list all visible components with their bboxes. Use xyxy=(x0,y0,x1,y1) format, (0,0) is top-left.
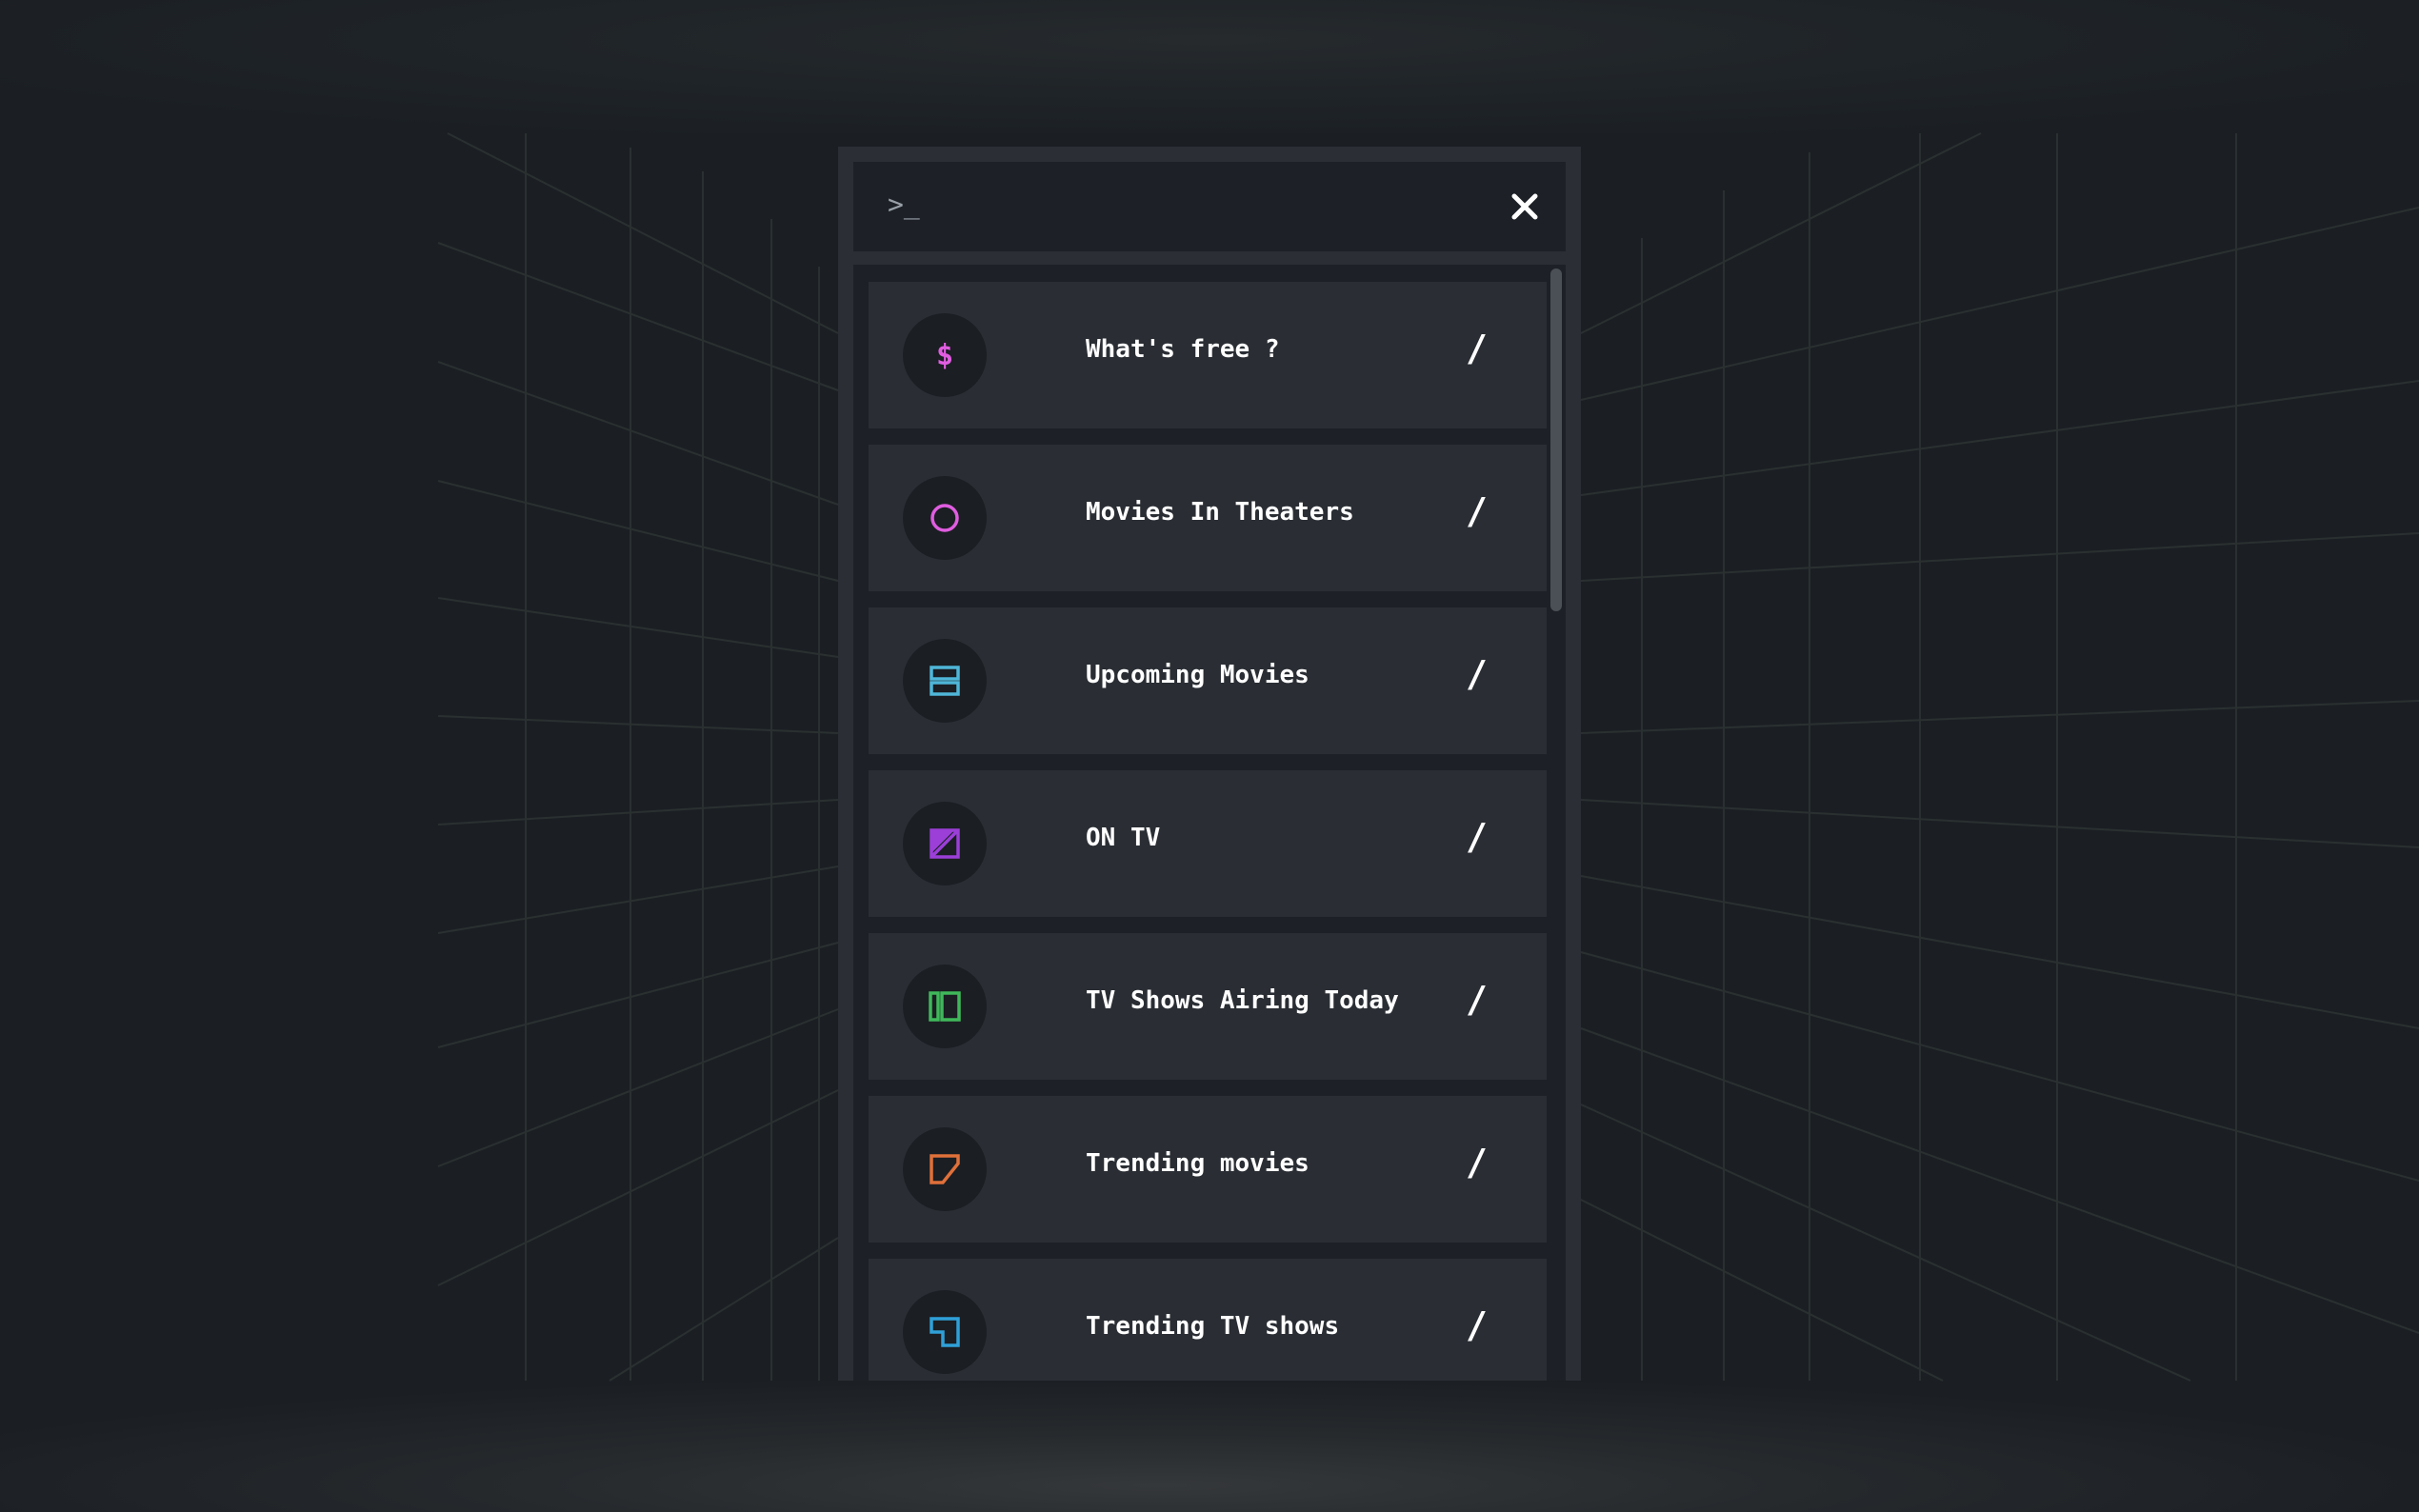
close-icon xyxy=(1511,193,1538,220)
menu-list-container: $ What's free ? / Movies In Theaters / U… xyxy=(853,265,1566,1381)
menu-item-whats-free[interactable]: $ What's free ? / xyxy=(869,282,1547,428)
stacked-rectangles-icon xyxy=(903,639,987,723)
menu-item-label: Upcoming Movies xyxy=(1086,661,1309,689)
dollar-icon: $ xyxy=(903,313,987,397)
menu-item-tv-shows-airing-today[interactable]: TV Shows Airing Today / xyxy=(869,933,1547,1080)
circle-icon xyxy=(903,476,987,560)
arrow-icon: / xyxy=(1466,328,1488,369)
corner-square-icon xyxy=(903,1290,987,1374)
arrow-icon: / xyxy=(1466,490,1488,532)
search-bar: >_ xyxy=(853,162,1566,251)
columns-icon xyxy=(903,965,987,1048)
menu-item-label: TV Shows Airing Today xyxy=(1086,986,1399,1015)
arrow-icon: / xyxy=(1466,816,1488,858)
menu-item-trending-movies[interactable]: Trending movies / xyxy=(869,1096,1547,1243)
menu-item-upcoming-movies[interactable]: Upcoming Movies / xyxy=(869,607,1547,754)
menu-item-movies-in-theaters[interactable]: Movies In Theaters / xyxy=(869,445,1547,591)
command-palette-modal: >_ $ What's free ? / Movies In Theaters … xyxy=(838,147,1581,1381)
menu-list: $ What's free ? / Movies In Theaters / U… xyxy=(869,282,1547,1381)
menu-item-label: Movies In Theaters xyxy=(1086,498,1354,527)
menu-item-label: Trending movies xyxy=(1086,1149,1309,1178)
svg-text:$: $ xyxy=(936,339,953,372)
terminal-prompt-icon: >_ xyxy=(888,189,920,220)
menu-item-trending-tv-shows[interactable]: Trending TV shows / xyxy=(869,1259,1547,1381)
arrow-icon: / xyxy=(1466,1142,1488,1184)
search-input[interactable] xyxy=(939,181,1476,234)
page-background: >_ $ What's free ? / Movies In Theaters … xyxy=(0,0,2419,1512)
arrow-icon: / xyxy=(1466,653,1488,695)
arrow-icon: / xyxy=(1466,979,1488,1021)
menu-item-label: What's free ? xyxy=(1086,335,1280,364)
flag-shape-icon xyxy=(903,1127,987,1211)
menu-item-label: Trending TV shows xyxy=(1086,1312,1340,1341)
square-diagonal-icon xyxy=(903,802,987,885)
scrollbar-thumb[interactable] xyxy=(1550,269,1562,611)
close-button[interactable] xyxy=(1501,183,1549,230)
menu-item-label: ON TV xyxy=(1086,824,1161,852)
menu-item-on-tv[interactable]: ON TV / xyxy=(869,770,1547,917)
arrow-icon: / xyxy=(1466,1304,1488,1346)
